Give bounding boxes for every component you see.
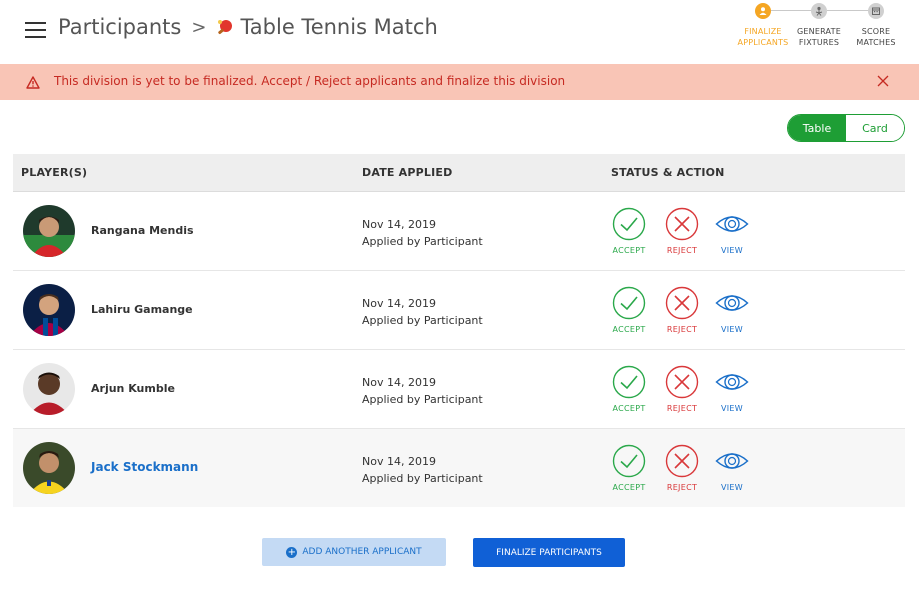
player-name: Rangana Mendis — [91, 224, 194, 237]
avatar — [23, 442, 75, 494]
x-circle-icon — [665, 207, 699, 241]
check-circle-icon — [612, 365, 646, 399]
progress-steps: FINALIZE APPLICANTS GENERATE FIXTURES SCOR… — [732, 0, 902, 64]
view-toggle: Table Card — [787, 114, 905, 142]
table-row: Rangana Mendis Nov 14, 2019 Applied by Pa… — [13, 192, 905, 271]
date-value: Nov 14, 2019 — [362, 218, 436, 231]
reject-label: REJECT — [666, 404, 698, 413]
table-header: PLAYER(S) DATE APPLIED STATUS & ACTION — [13, 154, 905, 192]
avatar — [23, 205, 75, 257]
accept-button[interactable]: ACCEPT — [604, 286, 654, 334]
reject-label: REJECT — [666, 325, 698, 334]
date-applied: Nov 14, 2019 Applied by Participant — [362, 216, 483, 250]
chevron-right-icon: > — [191, 16, 207, 38]
finalize-alert: This division is yet to be finalized. Ac… — [0, 64, 919, 100]
reject-button[interactable]: REJECT — [657, 365, 707, 413]
applied-by: Applied by Participant — [362, 393, 483, 406]
applicants-table: PLAYER(S) DATE APPLIED STATUS & ACTION R… — [13, 154, 905, 507]
view-button[interactable]: VIEW — [707, 207, 757, 255]
ping-pong-icon — [216, 18, 234, 36]
applied-by: Applied by Participant — [362, 472, 483, 485]
eye-icon — [715, 453, 749, 469]
view-button[interactable]: VIEW — [707, 365, 757, 413]
x-circle-icon — [665, 365, 699, 399]
applied-by: Applied by Participant — [362, 314, 483, 327]
avatar — [23, 284, 75, 336]
date-value: Nov 14, 2019 — [362, 455, 436, 468]
date-applied: Nov 14, 2019 Applied by Participant — [362, 295, 483, 329]
warning-icon — [26, 74, 40, 93]
reject-label: REJECT — [666, 483, 698, 492]
user-icon — [755, 3, 771, 19]
table-row: Arjun Kumble Nov 14, 2019 Applied by Part… — [13, 350, 905, 429]
accept-button[interactable]: ACCEPT — [604, 444, 654, 492]
fixture-icon — [811, 3, 827, 19]
table-row: Jack Stockmann Nov 14, 2019 Applied by Pa… — [13, 429, 905, 507]
step-score-matches[interactable]: SCORE MATCHES — [846, 3, 906, 48]
page-title: Table Tennis Match — [240, 15, 438, 39]
header-player: PLAYER(S) — [21, 166, 88, 179]
step-label: FINALIZE — [744, 27, 782, 36]
view-label: VIEW — [721, 325, 743, 334]
check-circle-icon — [612, 207, 646, 241]
reject-button[interactable]: REJECT — [657, 444, 707, 492]
add-applicant-button[interactable]: + ADD ANOTHER APPLICANT — [262, 538, 446, 566]
step-label: SCORE — [861, 27, 891, 36]
player-name: Lahiru Gamange — [91, 303, 193, 316]
applied-by: Applied by Participant — [362, 235, 483, 248]
date-value: Nov 14, 2019 — [362, 376, 436, 389]
header-date: DATE APPLIED — [362, 166, 453, 179]
step-label: GENERATE — [797, 27, 841, 36]
plus-circle-icon: + — [286, 546, 298, 558]
view-button[interactable]: VIEW — [707, 286, 757, 334]
step-finalize-applicants[interactable]: FINALIZE APPLICANTS — [733, 3, 793, 48]
player-name-link[interactable]: Jack Stockmann — [91, 460, 198, 474]
accept-button[interactable]: ACCEPT — [604, 207, 654, 255]
step-label: FIXTURES — [798, 38, 840, 47]
finalize-participants-button[interactable]: FINALIZE PARTICIPANTS — [473, 538, 625, 567]
date-applied: Nov 14, 2019 Applied by Participant — [362, 453, 483, 487]
avatar — [23, 363, 75, 415]
check-circle-icon — [612, 444, 646, 478]
x-circle-icon — [665, 286, 699, 320]
reject-button[interactable]: REJECT — [657, 207, 707, 255]
date-applied: Nov 14, 2019 Applied by Participant — [362, 374, 483, 408]
breadcrumb-participants[interactable]: Participants — [58, 15, 181, 39]
menu-icon[interactable] — [25, 22, 46, 38]
finalize-label: FINALIZE PARTICIPANTS — [496, 547, 602, 558]
table-row: Lahiru Gamange Nov 14, 2019 Applied by Pa… — [13, 271, 905, 350]
reject-button[interactable]: REJECT — [657, 286, 707, 334]
eye-icon — [715, 295, 749, 311]
accept-label: ACCEPT — [612, 483, 646, 492]
x-circle-icon — [665, 444, 699, 478]
accept-button[interactable]: ACCEPT — [604, 365, 654, 413]
date-value: Nov 14, 2019 — [362, 297, 436, 310]
eye-icon — [715, 216, 749, 232]
view-label: VIEW — [721, 404, 743, 413]
accept-label: ACCEPT — [612, 325, 646, 334]
header-status: STATUS & ACTION — [611, 166, 725, 179]
close-icon[interactable] — [876, 73, 890, 92]
player-name: Arjun Kumble — [91, 382, 175, 395]
view-label: VIEW — [721, 483, 743, 492]
calendar-icon — [868, 3, 884, 19]
check-circle-icon — [612, 286, 646, 320]
step-label: APPLICANTS — [737, 38, 789, 47]
alert-message: This division is yet to be finalized. Ac… — [54, 74, 566, 88]
step-generate-fixtures[interactable]: GENERATE FIXTURES — [789, 3, 849, 48]
table-view-button[interactable]: Table — [788, 115, 846, 141]
view-button[interactable]: VIEW — [707, 444, 757, 492]
add-applicant-label: ADD ANOTHER APPLICANT — [302, 547, 422, 557]
view-label: VIEW — [721, 246, 743, 255]
accept-label: ACCEPT — [612, 246, 646, 255]
reject-label: REJECT — [666, 246, 698, 255]
card-view-button[interactable]: Card — [846, 115, 904, 141]
breadcrumb: Participants > Table Tennis Match — [58, 15, 438, 39]
app-header: Participants > Table Tennis Match FINALI… — [0, 0, 921, 64]
step-label: MATCHES — [856, 38, 896, 47]
eye-icon — [715, 374, 749, 390]
accept-label: ACCEPT — [612, 404, 646, 413]
